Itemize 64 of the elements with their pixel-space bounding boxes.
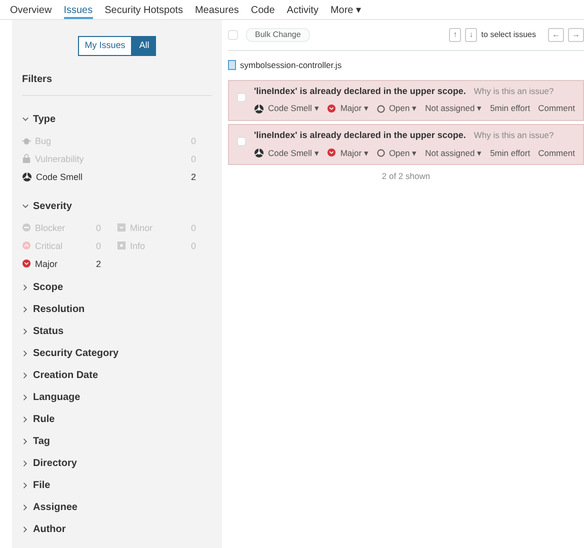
lock-icon (22, 154, 31, 163)
comment-link[interactable]: Comment (538, 146, 575, 160)
facet-title[interactable]: Status (33, 324, 64, 338)
assignee-dropdown[interactable]: Not assigned ▾ (425, 102, 482, 115)
facet-title[interactable]: Severity (33, 198, 72, 214)
nav-tab[interactable]: Security Hotspots (104, 0, 183, 19)
status-icon (376, 104, 385, 113)
status-icon (376, 148, 385, 157)
code-smell-icon (22, 172, 32, 182)
issue-type-dropdown[interactable]: Code Smell ▾ (254, 146, 320, 160)
facet-title[interactable]: Language (33, 390, 80, 404)
key-hint: → (568, 28, 584, 42)
facet-title[interactable]: Rule (33, 412, 55, 426)
facet-title[interactable]: Creation Date (33, 368, 98, 382)
effort-text: 5min effort (490, 102, 530, 115)
severity-icon (22, 241, 31, 250)
scope-toggle-button[interactable]: All (132, 36, 156, 56)
severity-dropdown[interactable]: Major ▾ (327, 102, 369, 115)
nav-tab[interactable]: Overview (10, 0, 52, 19)
severity-icon (117, 241, 126, 250)
status-dropdown[interactable]: Open ▾ (376, 146, 418, 160)
file-path[interactable]: symbolsession-controller.js (240, 59, 342, 72)
nav-tab[interactable]: Code (250, 0, 275, 19)
severity-icon (22, 223, 31, 232)
key-hint: ↑ (449, 28, 462, 42)
facet-title[interactable]: Scope (33, 280, 64, 294)
severity-icon (327, 148, 336, 158)
issue-message[interactable]: 'lineIndex' is already declared in the upper scope. (254, 129, 466, 142)
shown-count: 2 of 2 shown (382, 171, 430, 182)
severity-icon (117, 223, 126, 232)
key-hint: ← (548, 28, 564, 42)
comment-link[interactable]: Comment (538, 102, 575, 115)
nav-tab[interactable]: Measures (194, 0, 239, 19)
status-dropdown[interactable]: Open ▾ (376, 102, 418, 115)
code-smell-icon (254, 104, 264, 114)
facet-item[interactable]: Major 2 (22, 258, 117, 270)
file-icon (228, 60, 236, 70)
select-all-checkbox[interactable] (228, 30, 238, 40)
facet-title[interactable]: Directory (33, 456, 77, 470)
facet-title[interactable]: Type (33, 112, 56, 126)
issue-message[interactable]: 'lineIndex' is already declared in the upper scope. (254, 84, 466, 98)
facet-title[interactable]: Author (33, 522, 66, 536)
facet-title[interactable]: Resolution (33, 302, 85, 316)
facet-title[interactable]: Security Category (33, 346, 119, 360)
facet-title[interactable]: File (33, 478, 50, 492)
facet-title[interactable]: Assignee (33, 500, 78, 514)
effort-text: 5min effort (490, 146, 530, 160)
bug-icon (22, 136, 31, 145)
key-hint: ↓ (465, 28, 478, 42)
facet-title[interactable]: Tag (33, 434, 50, 448)
severity-dropdown[interactable]: Major ▾ (327, 146, 369, 160)
hint-text: to select issues (481, 29, 536, 41)
severity-icon (22, 259, 31, 268)
issue-checkbox[interactable] (237, 137, 246, 146)
assignee-dropdown[interactable]: Not assigned ▾ (425, 146, 482, 160)
issue-checkbox[interactable] (237, 92, 246, 102)
code-smell-icon (254, 148, 264, 158)
facet-item[interactable]: Code Smell 2 (22, 170, 212, 182)
scope-toggle-button[interactable]: My Issues (78, 36, 132, 56)
filters-heading: Filters (22, 72, 212, 96)
severity-icon (327, 104, 336, 114)
issue-type-dropdown[interactable]: Code Smell ▾ (254, 102, 320, 115)
nav-tab[interactable]: More ▾ (330, 0, 362, 19)
nav-tab[interactable]: Activity (286, 0, 318, 19)
